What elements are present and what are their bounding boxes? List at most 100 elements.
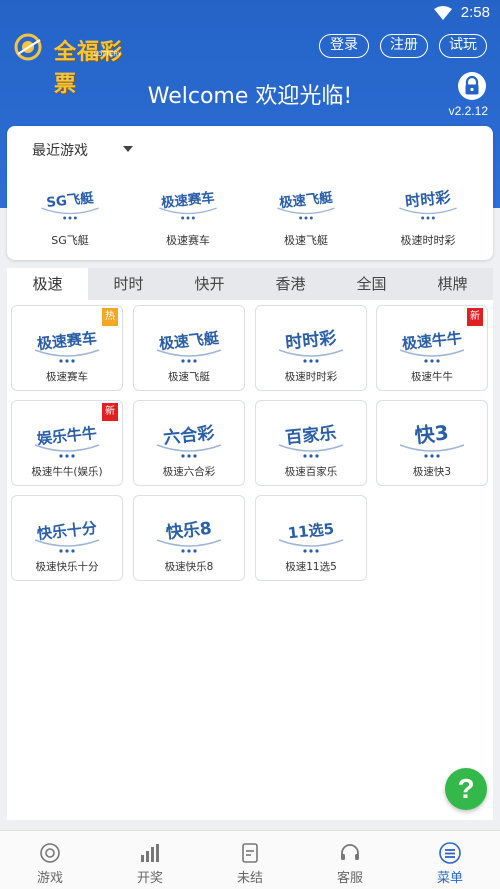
logo: 全福彩票 LOTTERY [12, 32, 124, 96]
recent-game-label: 极速飞艇 [284, 234, 328, 247]
game-label: 极速时时彩 [284, 371, 338, 383]
help-button[interactable]: ? [445, 768, 487, 810]
new-badge: 新 [102, 403, 118, 421]
game-card[interactable]: 11选5 极速11选5 [255, 495, 367, 581]
game-card[interactable]: 娱乐牛牛 新极速牛牛(娱乐) [11, 400, 123, 486]
category-tabs: 极速 时时 快开 香港 全国 棋牌 [7, 268, 493, 300]
game-logo-icon: 快乐十分 [34, 519, 100, 553]
game-card[interactable]: 快3 极速快3 [376, 400, 488, 486]
game-card[interactable]: 极速赛车 热极速赛车 [11, 305, 123, 391]
game-logo-icon: 极速飞艇 [277, 189, 335, 220]
bottom-nav: 游戏 开奖 未结 客服 菜单 [0, 830, 500, 889]
chevron-down-icon[interactable] [123, 146, 133, 152]
game-logo-icon: 极速赛车 [34, 329, 100, 363]
clock: 2:58 [460, 4, 490, 21]
logo-emblem-icon [14, 33, 42, 61]
stars-decoration [303, 359, 319, 363]
game-card[interactable]: 快乐十分 极速快乐十分 [11, 495, 123, 581]
welcome-text: Welcome 欢迎光临! [147, 84, 353, 109]
game-logo-icon: 快乐8 [156, 518, 222, 553]
stars-decoration [303, 454, 319, 458]
login-button[interactable]: 登录 [319, 34, 369, 58]
hot-badge: 热 [102, 308, 118, 326]
game-logo-icon: 快3 [399, 420, 465, 458]
stars-decoration [59, 359, 75, 363]
game-label: 极速牛牛 [411, 371, 453, 383]
recent-games-panel: 最近游戏 SG飞艇 SG飞艇 极速赛车 极速赛车 极速飞艇 极速飞艇 时时彩 极… [7, 126, 493, 260]
nav-item-5[interactable]: 菜单 [400, 831, 500, 889]
game-label: 极速飞艇 [168, 371, 210, 383]
game-logo-text: 极速赛车 [36, 329, 98, 353]
game-logo-text: 极速飞艇 [158, 329, 221, 353]
game-logo-text: 极速牛牛 [401, 329, 463, 353]
status-bar: 2:58 [0, 0, 500, 28]
game-card[interactable]: 时时彩 极速时时彩 [255, 305, 367, 391]
stars-decoration [181, 216, 195, 220]
game-logo-text: 快乐8 [165, 518, 213, 544]
nav-label: 游戏 [36, 871, 63, 886]
game-grid: 极速赛车 热极速赛车 极速飞艇 极速飞艇 时时彩 极速时时彩 极速牛牛 新极速牛… [7, 300, 493, 820]
game-label: 极速快乐十分 [35, 561, 99, 573]
recent-game-item[interactable]: 极速飞艇 极速飞艇 [256, 176, 356, 248]
game-card[interactable]: 极速飞艇 极速飞艇 [133, 305, 245, 391]
stars-decoration [59, 454, 75, 458]
game-label: 极速百家乐 [284, 466, 338, 478]
version-label: v2.2.12 [448, 104, 488, 118]
game-card[interactable]: 快乐8 极速快乐8 [133, 495, 245, 581]
register-button[interactable]: 注册 [380, 34, 428, 58]
chart-icon [141, 844, 159, 862]
tab-4[interactable]: 香港 [250, 268, 331, 300]
nav-label: 未结 [236, 871, 263, 886]
tab-3[interactable]: 快开 [169, 268, 250, 300]
game-logo-icon: 时时彩 [399, 188, 457, 220]
nav-item-1[interactable]: 游戏 [0, 831, 100, 889]
new-badge: 新 [467, 308, 483, 326]
nav-label: 开奖 [136, 871, 163, 886]
game-logo-text: 六合彩 [162, 422, 215, 448]
recent-games-title[interactable]: 最近游戏 [32, 140, 88, 160]
game-logo-icon: 极速赛车 [159, 189, 217, 220]
headset-icon [341, 844, 359, 860]
nav-label: 菜单 [436, 871, 463, 886]
stars-decoration [424, 359, 440, 363]
recent-game-label: 极速赛车 [166, 234, 210, 247]
stars-decoration [421, 216, 435, 220]
recent-game-item[interactable]: SG飞艇 SG飞艇 [20, 176, 120, 248]
tab-6[interactable]: 棋牌 [412, 268, 493, 300]
game-logo-text: 百家乐 [284, 422, 337, 448]
nav-label: 客服 [336, 871, 363, 886]
nav-item-3[interactable]: 未结 [200, 831, 300, 889]
stars-decoration [424, 454, 440, 458]
nav-item-2[interactable]: 开奖 [100, 831, 200, 889]
tab-5[interactable]: 全国 [331, 268, 412, 300]
game-logo-text: 快3 [414, 420, 450, 447]
game-label: 极速牛牛(娱乐) [31, 466, 103, 478]
game-logo-text: 极速飞艇 [278, 189, 334, 212]
game-card[interactable]: 极速牛牛 新极速牛牛 [376, 305, 488, 391]
game-logo-text: 时时彩 [284, 328, 337, 353]
game-logo-text: 极速赛车 [160, 189, 215, 212]
game-logo-icon: 六合彩 [156, 422, 222, 458]
battery-icon [420, 5, 430, 21]
stars-decoration [63, 216, 77, 220]
recent-game-item[interactable]: 极速赛车 极速赛车 [138, 176, 238, 248]
document-icon [242, 843, 258, 863]
recent-game-item[interactable]: 时时彩 极速时时彩 [378, 176, 478, 248]
trial-button[interactable]: 试玩 [439, 34, 487, 58]
game-logo-icon: 极速飞艇 [156, 329, 222, 363]
game-logo-icon: 百家乐 [278, 422, 344, 458]
stars-decoration [181, 549, 197, 553]
lock-button[interactable] [458, 72, 486, 100]
game-card[interactable]: 六合彩 极速六合彩 [133, 400, 245, 486]
game-logo-text: 时时彩 [404, 188, 452, 211]
nav-item-4[interactable]: 客服 [300, 831, 400, 889]
stars-decoration [303, 549, 319, 553]
game-card[interactable]: 百家乐 极速百家乐 [255, 400, 367, 486]
stars-decoration [59, 549, 75, 553]
game-logo-text: SG飞艇 [45, 189, 95, 211]
tab-2[interactable]: 时时 [88, 268, 169, 300]
game-label: 极速快乐8 [164, 561, 214, 573]
tab-1[interactable]: 极速 [7, 268, 88, 300]
game-logo-icon: 时时彩 [278, 328, 344, 363]
game-icon [40, 843, 60, 863]
